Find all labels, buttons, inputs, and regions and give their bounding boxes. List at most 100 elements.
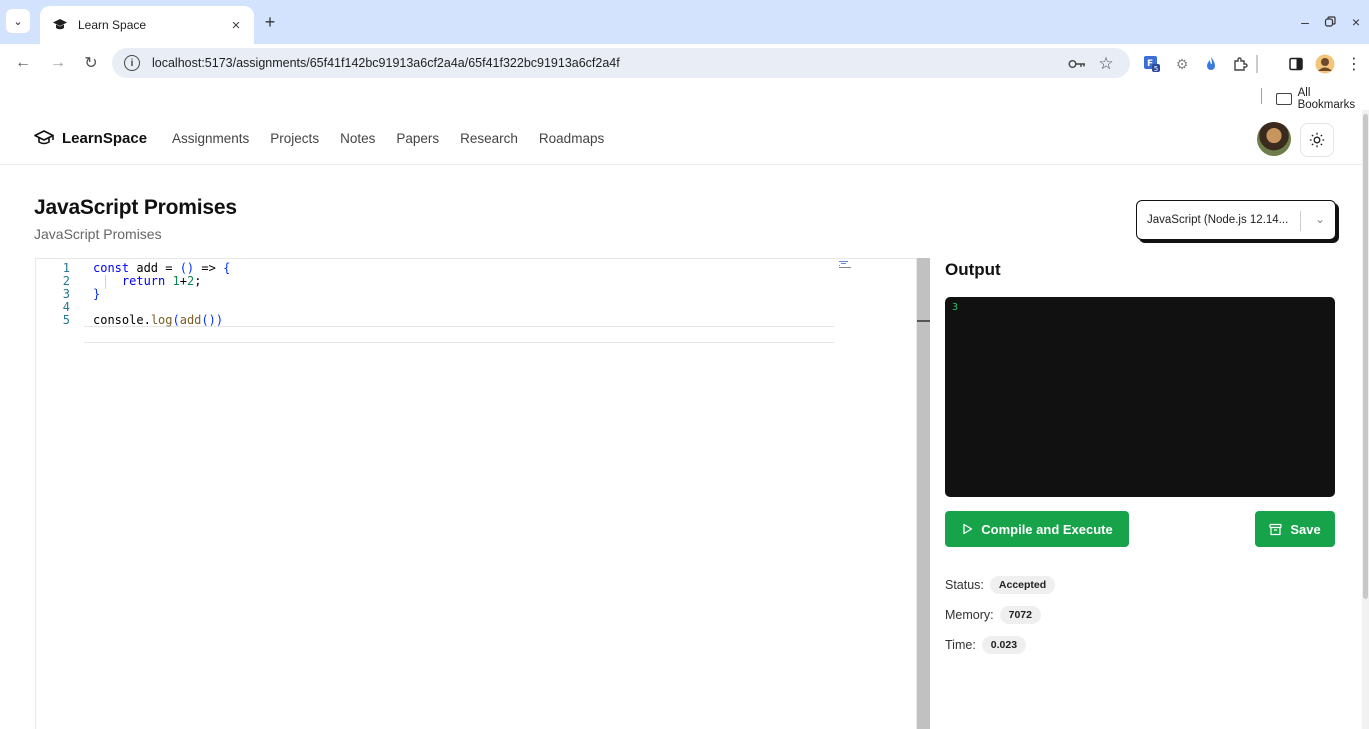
nav-link-notes[interactable]: Notes — [340, 131, 375, 146]
graduation-cap-icon — [34, 130, 54, 145]
page-title: JavaScript Promises — [34, 196, 237, 219]
code-editor[interactable]: 1 const add = () => {2 return 1+2; 3} 4 5 con… — [35, 258, 917, 729]
play-icon — [963, 523, 973, 535]
status-row: Status: Accepted — [945, 576, 1056, 594]
flame-extension-icon[interactable] — [1200, 53, 1222, 75]
restore-icon[interactable] — [1317, 10, 1343, 34]
url-text: localhost:5173/assignments/65f41f142bc91… — [152, 56, 620, 70]
save-button[interactable]: Save — [1255, 511, 1335, 547]
site-navbar: LearnSpace Assignments Projects Notes Pa… — [0, 110, 1362, 165]
code-token: ( — [172, 313, 180, 327]
code-token: } — [93, 287, 101, 301]
forward-icon[interactable]: → — [47, 52, 69, 74]
close-window-icon[interactable]: × — [1343, 10, 1369, 34]
theme-toggle-button[interactable] — [1300, 123, 1334, 157]
console-output-text: 3 — [952, 302, 959, 313]
back-icon[interactable]: ← — [12, 52, 34, 74]
code-token: . — [143, 313, 151, 327]
compile-and-execute-label: Compile and Execute — [981, 521, 1113, 537]
line-number: 5 — [62, 313, 70, 327]
svg-text:5: 5 — [1154, 65, 1158, 73]
sun-icon — [1309, 132, 1325, 148]
save-label: Save — [1290, 521, 1321, 537]
brand-name: LearnSpace — [62, 129, 148, 147]
code-token: const — [93, 261, 130, 275]
memory-row: Memory: 7072 — [945, 606, 1041, 624]
bookmarks-divider — [1261, 88, 1262, 104]
time-label: Time: — [945, 638, 976, 652]
time-row: Time: 0.023 — [945, 636, 1027, 654]
code-line[interactable]: 5 console.log(add()) — [36, 314, 836, 327]
code-token: add — [179, 313, 202, 327]
archive-icon — [1269, 523, 1282, 535]
status-label: Status: — [945, 578, 984, 592]
nav-link-roadmaps[interactable]: Roadmaps — [539, 131, 604, 146]
nav-link-assignments[interactable]: Assignments — [172, 131, 249, 146]
code-text: console.log(add()) — [93, 314, 223, 327]
code-token: ) — [215, 313, 224, 327]
folder-icon — [1276, 93, 1292, 105]
browser-menu-icon[interactable]: ⋮ — [1343, 53, 1365, 75]
code-token: console — [93, 313, 144, 327]
bookmarks-bar: All Bookmarks — [0, 82, 1369, 111]
code-token: 1 — [172, 274, 180, 288]
code-token: log — [150, 313, 173, 327]
password-key-icon[interactable] — [1066, 53, 1088, 75]
side-panel-icon[interactable] — [1285, 53, 1307, 75]
code-token: => — [194, 261, 224, 275]
new-tab-button[interactable]: + — [260, 12, 280, 32]
select-divider — [1300, 211, 1301, 231]
all-bookmarks-button[interactable]: All Bookmarks — [1276, 87, 1369, 111]
chevron-down-icon: ⌄ — [13, 15, 23, 28]
editor-scrollbar[interactable] — [917, 258, 930, 729]
brand-logo[interactable]: LearnSpace — [34, 129, 147, 147]
minimap — [839, 261, 851, 268]
code-line[interactable]: 2 return 1+2; — [36, 275, 836, 288]
chevron-down-icon: ⌄ — [1314, 212, 1325, 226]
time-badge: 0.023 — [981, 636, 1027, 654]
page-content: LearnSpace Assignments Projects Notes Pa… — [0, 110, 1369, 729]
tab-strip: ⌄ Learn Space × + – × — [0, 0, 1369, 44]
nav-links: Assignments Projects Notes Papers Resear… — [172, 131, 604, 146]
close-tab-icon[interactable]: × — [228, 17, 244, 34]
page-scrollbar-thumb[interactable] — [1363, 114, 1368, 599]
output-console: 3 — [945, 297, 1335, 497]
reload-icon[interactable]: ↻ — [80, 52, 102, 74]
bug-extension-icon[interactable]: ⚙ — [1171, 53, 1193, 75]
tab-search-button[interactable]: ⌄ — [6, 9, 30, 33]
compile-and-execute-button[interactable]: Compile and Execute — [945, 511, 1129, 547]
code-token: () — [201, 313, 216, 327]
language-select[interactable]: JavaScript (Node.js 12.14... ⌄ — [1136, 200, 1336, 240]
memory-badge: 7072 — [999, 606, 1041, 624]
graduation-cap-icon — [52, 17, 68, 33]
code-line[interactable]: 3} — [36, 288, 836, 301]
browser-toolbar: ← → ↻ i localhost:5173/assignments/65f41… — [0, 44, 1369, 82]
code-token: { — [223, 261, 231, 275]
page-scrollbar[interactable] — [1362, 110, 1369, 729]
code-text: } — [93, 288, 100, 301]
minimize-icon[interactable]: – — [1292, 10, 1318, 34]
extension-badge-icon[interactable]: F5 — [1141, 53, 1163, 75]
output-heading: Output — [945, 260, 1001, 279]
user-avatar[interactable] — [1257, 122, 1291, 156]
memory-label: Memory: — [945, 608, 994, 622]
nav-link-papers[interactable]: Papers — [396, 131, 439, 146]
code-token: () — [179, 261, 195, 275]
nav-link-projects[interactable]: Projects — [270, 131, 319, 146]
tab-title: Learn Space — [78, 18, 147, 32]
profile-avatar-icon[interactable] — [1314, 53, 1336, 75]
site-info-icon[interactable]: i — [124, 55, 140, 71]
code-text: return 1+2; — [93, 274, 202, 288]
all-bookmarks-label: All Bookmarks — [1297, 87, 1356, 111]
extensions-puzzle-icon[interactable] — [1229, 53, 1251, 75]
page-subtitle: JavaScript Promises — [34, 226, 162, 242]
browser-tab[interactable]: Learn Space × — [40, 6, 254, 44]
nav-link-research[interactable]: Research — [460, 131, 518, 146]
code-token: + — [179, 274, 187, 288]
code-token: add = — [129, 261, 180, 275]
current-line-highlight — [84, 326, 834, 343]
bookmark-star-icon[interactable]: ☆ — [1095, 53, 1117, 75]
address-bar[interactable]: i localhost:5173/assignments/65f41f142bc… — [112, 48, 1130, 78]
code-token: ; — [194, 274, 202, 288]
code-token: return — [93, 274, 173, 288]
